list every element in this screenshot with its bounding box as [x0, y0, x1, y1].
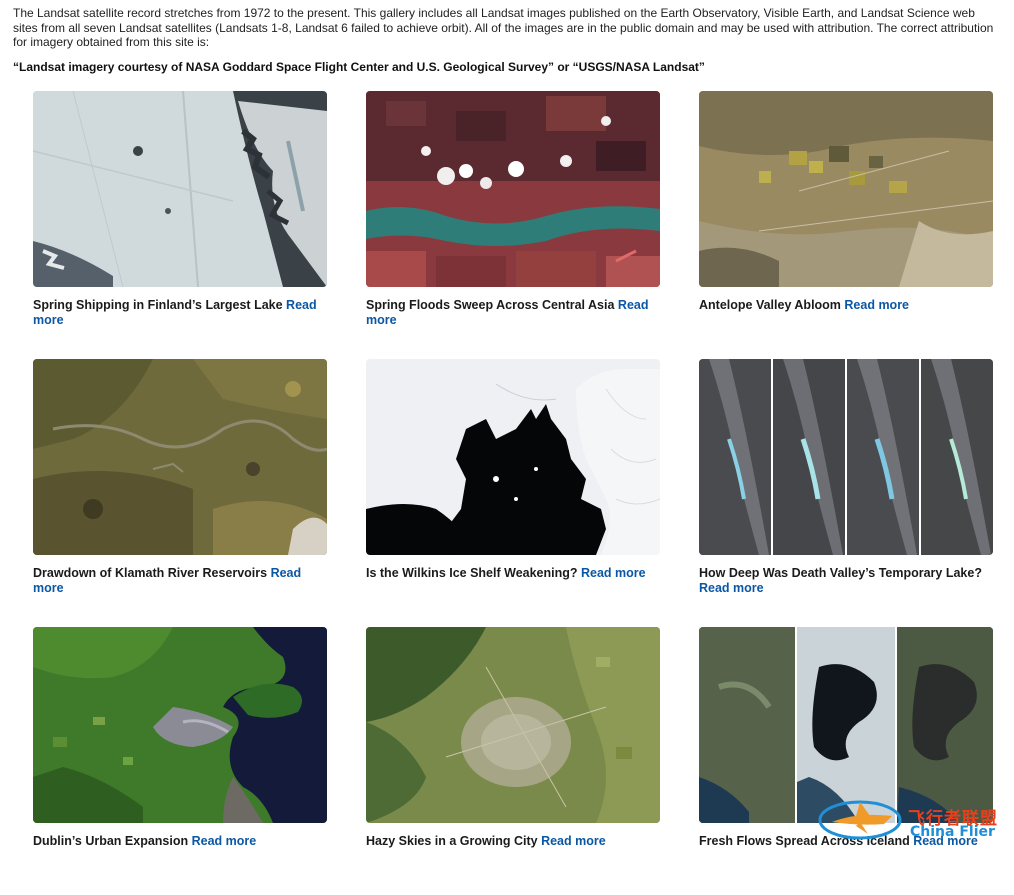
gallery-card: Drawdown of Klamath River Reservoirs Rea… — [33, 359, 327, 627]
card-caption: Spring Floods Sweep Across Central Asia … — [366, 298, 660, 328]
image-gallery: Spring Shipping in Finland’s Largest Lak… — [33, 91, 993, 895]
read-more-link[interactable]: Read more — [541, 834, 606, 848]
gallery-card: Spring Shipping in Finland’s Largest Lak… — [33, 91, 327, 359]
flood-river-satellite-image — [366, 91, 660, 287]
card-title: Fresh Flows Spread Across Iceland — [699, 834, 914, 848]
card-caption: Fresh Flows Spread Across Iceland Read m… — [699, 834, 993, 849]
gallery-card: Is the Wilkins Ice Shelf Weakening? Read… — [366, 359, 660, 627]
death-valley-thumbnail[interactable] — [699, 359, 993, 555]
gallery-card: Hazy Skies in a Growing City Read more — [366, 627, 660, 895]
ice-shelf-satellite-image — [366, 359, 660, 555]
gallery-card: Spring Floods Sweep Across Central Asia … — [366, 91, 660, 359]
card-caption: Drawdown of Klamath River Reservoirs Rea… — [33, 566, 327, 596]
hazy-city-satellite-image — [366, 627, 660, 823]
gallery-card: How Deep Was Death Valley’s Temporary La… — [699, 359, 993, 627]
desert-valley-satellite-image — [699, 91, 993, 287]
card-title: Antelope Valley Abloom — [699, 298, 845, 312]
desert-valley-thumbnail[interactable] — [699, 91, 993, 287]
card-caption: How Deep Was Death Valley’s Temporary La… — [699, 566, 993, 596]
dublin-coast-satellite-image — [33, 627, 327, 823]
dublin-coast-thumbnail[interactable] — [33, 627, 327, 823]
gallery-card: Fresh Flows Spread Across Iceland Read m… — [699, 627, 993, 895]
attribution-line: “Landsat imagery courtesy of NASA Goddar… — [13, 60, 705, 74]
card-title: Drawdown of Klamath River Reservoirs — [33, 566, 271, 580]
card-caption: Hazy Skies in a Growing City Read more — [366, 834, 660, 849]
read-more-link[interactable]: Read more — [581, 566, 646, 580]
card-title: Dublin’s Urban Expansion — [33, 834, 192, 848]
card-title: Is the Wilkins Ice Shelf Weakening? — [366, 566, 581, 580]
iceland-lava-satellite-image — [699, 627, 993, 823]
card-title: Hazy Skies in a Growing City — [366, 834, 542, 848]
flood-river-thumbnail[interactable] — [366, 91, 660, 287]
card-caption: Spring Shipping in Finland’s Largest Lak… — [33, 298, 327, 328]
read-more-link[interactable]: Read more — [844, 298, 909, 312]
card-caption: Antelope Valley Abloom Read more — [699, 298, 993, 313]
read-more-link[interactable]: Read more — [699, 581, 764, 595]
card-title: Spring Shipping in Finland’s Largest Lak… — [33, 298, 287, 312]
frozen-lake-satellite-image — [33, 91, 327, 287]
intro-paragraph: The Landsat satellite record stretches f… — [13, 6, 994, 49]
river-reservoir-satellite-image — [33, 359, 327, 555]
read-more-link[interactable]: Read more — [913, 834, 978, 848]
iceland-lava-thumbnail[interactable] — [699, 627, 993, 823]
ice-shelf-thumbnail[interactable] — [366, 359, 660, 555]
hazy-city-thumbnail[interactable] — [366, 627, 660, 823]
gallery-card: Antelope Valley Abloom Read more — [699, 91, 993, 359]
gallery-card: Dublin’s Urban Expansion Read more — [33, 627, 327, 895]
death-valley-time-series-image — [699, 359, 993, 555]
river-reservoir-thumbnail[interactable] — [33, 359, 327, 555]
card-title: How Deep Was Death Valley’s Temporary La… — [699, 566, 982, 580]
card-caption: Is the Wilkins Ice Shelf Weakening? Read… — [366, 566, 660, 581]
card-title: Spring Floods Sweep Across Central Asia — [366, 298, 618, 312]
card-caption: Dublin’s Urban Expansion Read more — [33, 834, 327, 849]
frozen-lake-thumbnail[interactable] — [33, 91, 327, 287]
read-more-link[interactable]: Read more — [192, 834, 257, 848]
